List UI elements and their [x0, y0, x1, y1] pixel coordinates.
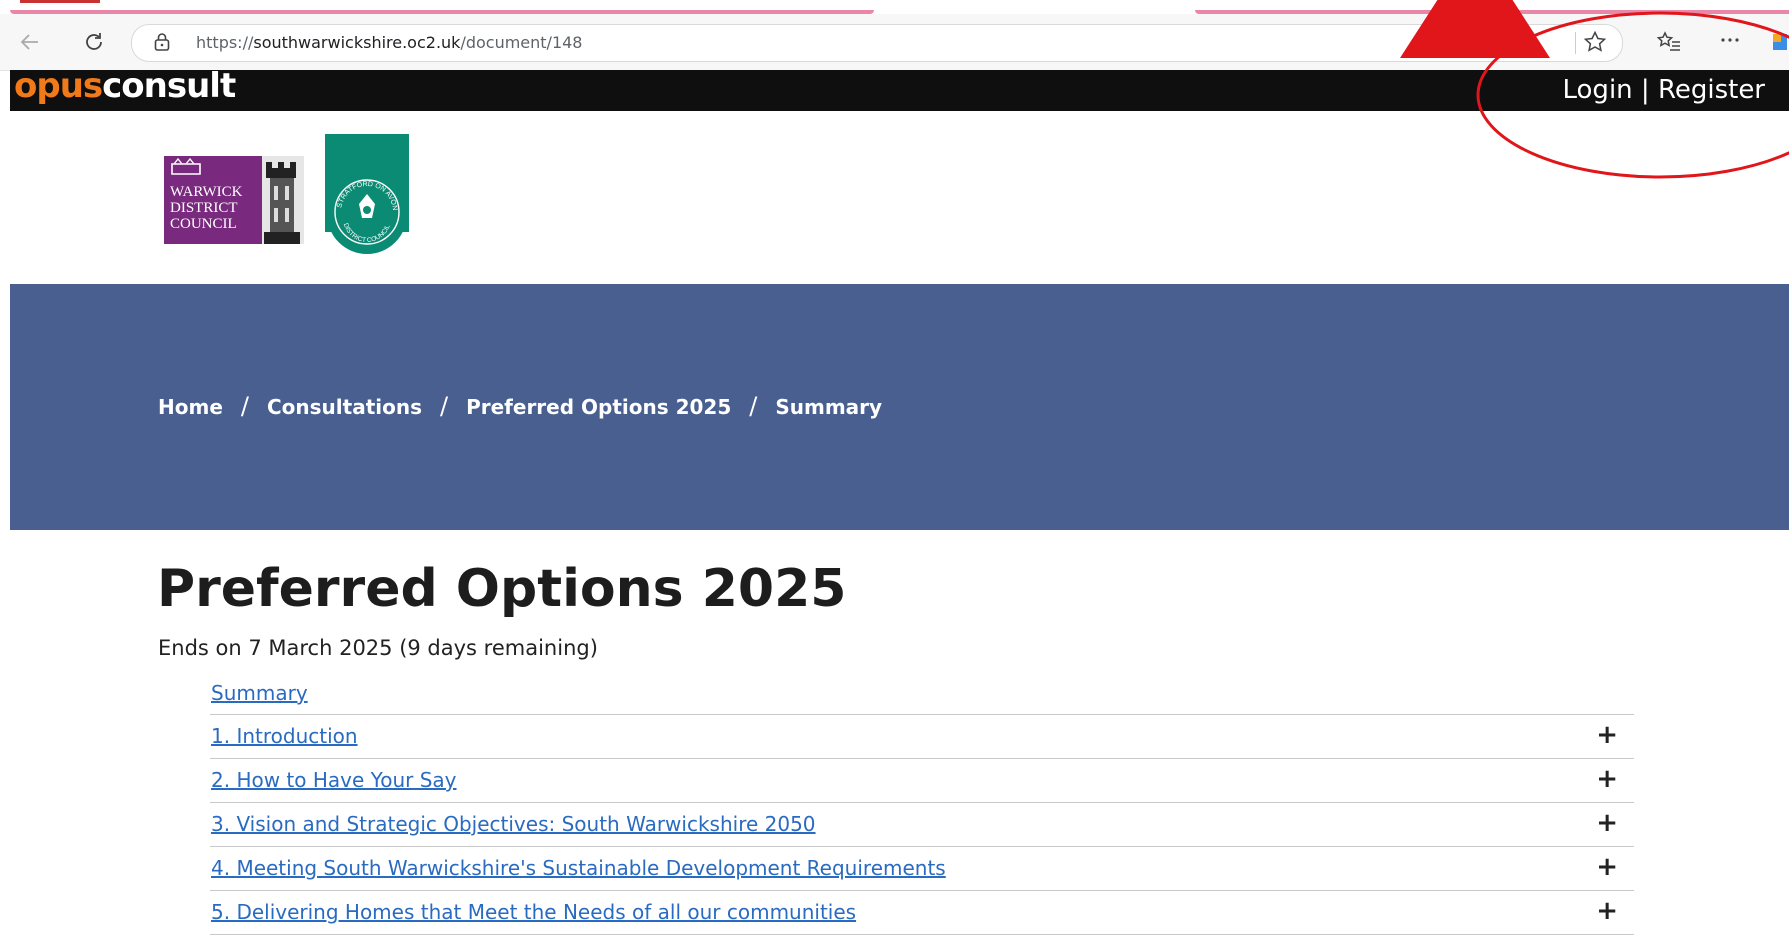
toc-link-have-your-say[interactable]: 2. How to Have Your Say: [211, 768, 457, 792]
login-link[interactable]: Login: [1563, 75, 1633, 105]
table-of-contents: Summary 1. Introduction + 2. How to Have…: [210, 676, 1634, 935]
breadcrumb-separator: /: [749, 392, 758, 420]
url-text: https://southwarwickshire.oc2.uk/documen…: [196, 33, 583, 52]
toc-link-summary[interactable]: Summary: [211, 681, 308, 705]
svg-text:WARWICK: WARWICK: [170, 184, 243, 200]
toc-link-development-requirements[interactable]: 4. Meeting South Warwickshire's Sustaina…: [211, 856, 946, 880]
favorites-list-icon[interactable]: [1656, 30, 1682, 60]
toc-link-introduction[interactable]: 1. Introduction: [211, 724, 358, 748]
consultation-deadline: Ends on 7 March 2025 (9 days remaining): [158, 636, 598, 660]
expand-icon[interactable]: +: [1596, 898, 1618, 924]
favorite-star-icon[interactable]: [1583, 30, 1607, 60]
account-links: Login | Register: [1563, 75, 1766, 105]
page-title: Preferred Options 2025: [157, 559, 847, 619]
toolbar-divider: [1575, 32, 1576, 54]
expand-icon[interactable]: +: [1596, 810, 1618, 836]
toc-item: 2. How to Have Your Say +: [210, 759, 1634, 803]
toc-link-delivering-homes[interactable]: 5. Delivering Homes that Meet the Needs …: [211, 900, 856, 924]
breadcrumb-preferred-options[interactable]: Preferred Options 2025: [466, 395, 731, 419]
warwick-district-council-logo: WARWICK DISTRICT COUNCIL: [164, 156, 304, 244]
browser-tab-strip: [0, 0, 1789, 14]
breadcrumb: Home / Consultations / Preferred Options 202…: [158, 392, 882, 420]
link-divider: |: [1640, 75, 1650, 105]
stratford-district-council-logo: STRATFORD ON AVON DISTRICT COUNCIL: [325, 134, 409, 260]
expand-icon[interactable]: +: [1596, 722, 1618, 748]
svg-text:COUNCIL: COUNCIL: [170, 216, 237, 232]
toc-item: 1. Introduction +: [210, 715, 1634, 759]
browser-toolbar: https://southwarwickshire.oc2.uk/documen…: [0, 14, 1789, 71]
site-header: opusconsult Login | Register: [10, 66, 1789, 111]
register-link[interactable]: Register: [1658, 75, 1765, 105]
lock-icon[interactable]: [154, 32, 170, 52]
toc-link-vision[interactable]: 3. Vision and Strategic Objectives: Sout…: [211, 812, 816, 836]
reload-icon[interactable]: [78, 26, 110, 58]
expand-icon[interactable]: +: [1596, 766, 1618, 792]
more-icon[interactable]: [1718, 26, 1742, 56]
breadcrumb-consultations[interactable]: Consultations: [267, 395, 422, 419]
toc-item: 4. Meeting South Warwickshire's Sustaina…: [210, 847, 1634, 891]
toc-item: 5. Delivering Homes that Meet the Needs …: [210, 891, 1634, 935]
copilot-icon[interactable]: [1770, 30, 1789, 60]
expand-icon[interactable]: +: [1596, 854, 1618, 880]
breadcrumb-summary: Summary: [775, 395, 883, 419]
address-bar[interactable]: https://southwarwickshire.oc2.uk/documen…: [131, 24, 1623, 62]
breadcrumb-separator: /: [240, 392, 249, 420]
toc-item: Summary: [210, 676, 1634, 715]
svg-text:DISTRICT: DISTRICT: [170, 200, 238, 216]
back-icon[interactable]: [14, 26, 46, 58]
active-tab-indicator: [20, 0, 100, 3]
breadcrumb-separator: /: [440, 392, 449, 420]
opusconsult-logo[interactable]: opusconsult: [14, 66, 236, 106]
breadcrumb-home[interactable]: Home: [158, 395, 223, 419]
toc-item: 3. Vision and Strategic Objectives: Sout…: [210, 803, 1634, 847]
hero-banner: Home / Consultations / Preferred Options 202…: [10, 284, 1789, 530]
